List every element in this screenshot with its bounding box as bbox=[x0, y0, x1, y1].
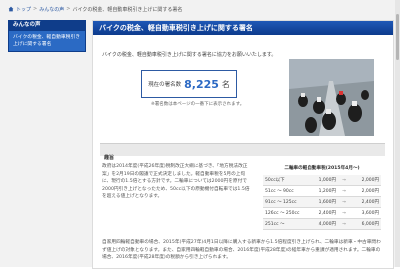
table-row: 126cc 〜 250cc 2,400円 → 3,600円 bbox=[263, 207, 381, 219]
purpose-paragraph-2: 自家用四輪軽自動車の場合、2015年(平成27年)4月1日以降に購入する新車から… bbox=[102, 240, 381, 261]
arrow-right-icon: → bbox=[338, 207, 350, 219]
rate-old: 4,000円 bbox=[307, 218, 338, 230]
purpose-paragraph-1: 政府は2014年度(平成26年度)税制改正大綱に基づき、「地方税法改正案」を2月… bbox=[102, 164, 250, 200]
rate-class: 126cc 〜 250cc bbox=[263, 207, 307, 219]
rate-new: 6,000円 bbox=[350, 218, 381, 230]
table-row: 50cc以下 1,000円 → 2,000円 bbox=[263, 175, 381, 186]
rate-old: 1,600円 bbox=[307, 196, 338, 208]
sidebar-item-signature[interactable]: バイクの税金、軽自動車税引き上げに関する署名 bbox=[8, 31, 86, 52]
table-row: 91cc 〜 125cc 1,600円 → 2,400円 bbox=[263, 196, 381, 208]
rate-class: 50cc以下 bbox=[263, 175, 307, 186]
motorcycle-photo bbox=[289, 59, 374, 136]
rate-old: 2,400円 bbox=[307, 207, 338, 219]
page-title: バイクの税金、軽自動車税引き上げに関する署名 bbox=[93, 21, 393, 35]
scrollbar-thumb[interactable] bbox=[396, 14, 399, 60]
rate-old: 1,000円 bbox=[307, 175, 338, 186]
breadcrumb-separator: > bbox=[33, 6, 38, 12]
sidebar-heading: みんなの声 bbox=[8, 20, 86, 31]
rate-old: 1,200円 bbox=[307, 185, 338, 197]
breadcrumb-item-top[interactable]: トップ bbox=[16, 6, 31, 13]
arrow-right-icon: → bbox=[338, 185, 350, 197]
breadcrumb-separator: > bbox=[66, 6, 71, 12]
lead-text: バイクの税金、軽自動車税引き上げに関する署名に協力をお願いいたします。 bbox=[102, 52, 277, 58]
arrow-right-icon: → bbox=[338, 175, 350, 186]
count-value: 8,225 bbox=[184, 77, 219, 91]
section-heading-purpose: 趣旨 bbox=[100, 143, 385, 161]
sidebar: みんなの声 バイクの税金、軽自動車税引き上げに関する署名 bbox=[8, 20, 86, 52]
home-icon[interactable] bbox=[8, 6, 14, 12]
rate-new: 2,000円 bbox=[350, 185, 381, 197]
signature-count-box: 現在の署名数 8,225 名 bbox=[141, 70, 237, 98]
rate-table-title: 二輪車の軽自動車税(2015年4月〜) bbox=[284, 166, 360, 171]
rate-class: 251cc 〜 bbox=[263, 218, 307, 230]
rate-class: 51cc 〜 90cc bbox=[263, 185, 307, 197]
breadcrumb-item-minna[interactable]: みんなの声 bbox=[39, 6, 64, 13]
table-row: 251cc 〜 4,000円 → 6,000円 bbox=[263, 218, 381, 230]
rate-class: 91cc 〜 125cc bbox=[263, 196, 307, 208]
arrow-right-icon: → bbox=[338, 196, 350, 208]
arrow-right-icon: → bbox=[338, 218, 350, 230]
rate-new: 3,600円 bbox=[350, 207, 381, 219]
count-unit: 名 bbox=[221, 79, 230, 89]
breadcrumb: トップ > みんなの声 > バイクの税金、軽自動車税引き上げに関する署名 bbox=[8, 4, 182, 14]
count-note: ※署名数は本ページの一番下に表示されます。 bbox=[151, 102, 245, 107]
table-row: 51cc 〜 90cc 1,200円 → 2,000円 bbox=[263, 185, 381, 197]
section-title: 趣旨 bbox=[104, 155, 115, 161]
count-label: 現在の署名数 bbox=[148, 82, 182, 88]
rate-new: 2,000円 bbox=[350, 175, 381, 186]
vertical-scrollbar[interactable] bbox=[395, 0, 400, 267]
rate-table: 50cc以下 1,000円 → 2,000円 51cc 〜 90cc 1,200… bbox=[263, 175, 381, 230]
main-panel: バイクの税金、軽自動車税引き上げに関する署名 バイクの税金、軽自動車税引き上げに… bbox=[92, 20, 394, 269]
breadcrumb-current: バイクの税金、軽自動車税引き上げに関する署名 bbox=[72, 6, 183, 13]
rate-new: 2,400円 bbox=[350, 196, 381, 208]
